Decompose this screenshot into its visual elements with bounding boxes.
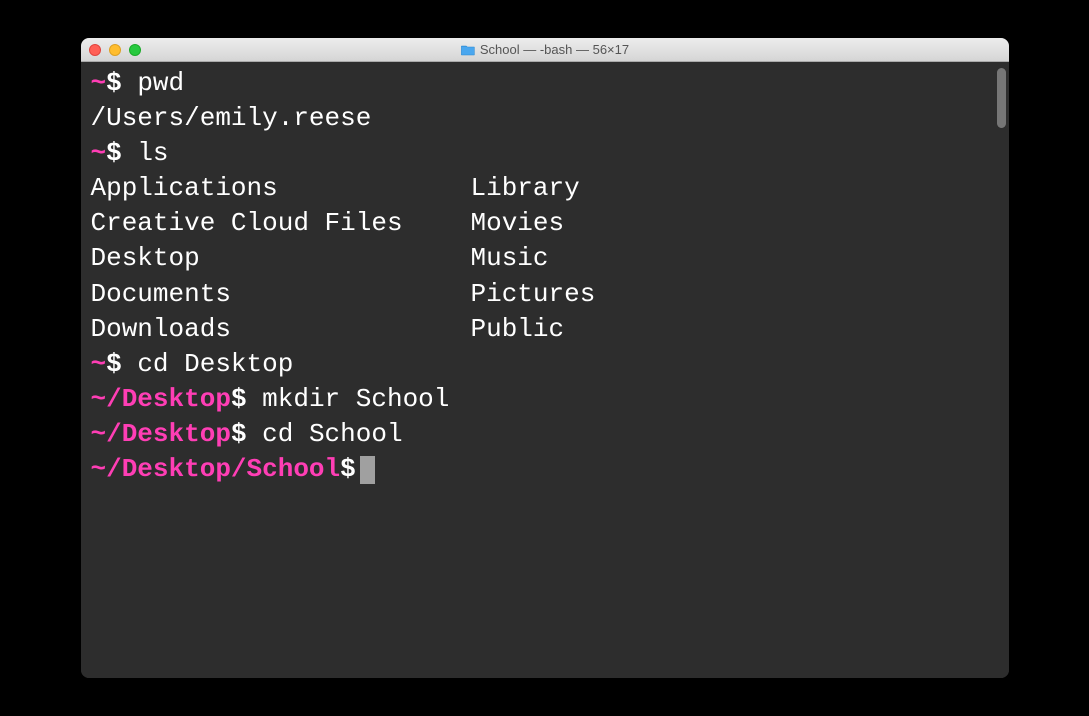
prompt-dollar: $ — [231, 419, 247, 449]
terminal-line: ~$ cd Desktop — [91, 347, 999, 382]
ls-item: Library — [471, 171, 596, 206]
prompt-path: ~/Desktop/School — [91, 454, 341, 484]
command-text: mkdir School — [247, 384, 450, 414]
ls-column: Library Movies Music Pictures Public — [471, 171, 596, 346]
ls-item: Movies — [471, 206, 596, 241]
ls-item: Documents — [91, 277, 471, 312]
ls-item: Creative Cloud Files — [91, 206, 471, 241]
prompt-dollar: $ — [106, 68, 122, 98]
ls-item: Public — [471, 312, 596, 347]
terminal-body[interactable]: ~$ pwd /Users/emily.reese ~$ ls Applicat… — [81, 62, 1009, 678]
title-bar[interactable]: School — -bash — 56×17 — [81, 38, 1009, 62]
ls-item: Downloads — [91, 312, 471, 347]
prompt-path: ~ — [91, 349, 107, 379]
terminal-window: School — -bash — 56×17 ~$ pwd /Users/emi… — [81, 38, 1009, 678]
zoom-button[interactable] — [129, 44, 141, 56]
command-text: cd Desktop — [122, 349, 294, 379]
terminal-line: ~/Desktop$ mkdir School — [91, 382, 999, 417]
prompt-path: ~/Desktop — [91, 384, 231, 414]
ls-item: Music — [471, 241, 596, 276]
ls-item: Pictures — [471, 277, 596, 312]
terminal-line: ~$ pwd — [91, 66, 999, 101]
prompt-dollar: $ — [340, 454, 356, 484]
command-text: cd School — [247, 419, 403, 449]
close-button[interactable] — [89, 44, 101, 56]
window-controls — [89, 44, 141, 56]
terminal-line: ~$ ls — [91, 136, 999, 171]
command-text: pwd — [122, 68, 184, 98]
prompt-dollar: $ — [106, 349, 122, 379]
prompt-dollar: $ — [106, 138, 122, 168]
command-text: ls — [122, 138, 169, 168]
ls-item: Applications — [91, 171, 471, 206]
ls-item: Desktop — [91, 241, 471, 276]
window-title-text: School — -bash — 56×17 — [480, 42, 629, 57]
terminal-line: ~/Desktop/School$ — [91, 452, 999, 487]
cursor — [360, 456, 375, 484]
scrollbar-thumb[interactable] — [997, 68, 1006, 128]
prompt-path: ~/Desktop — [91, 419, 231, 449]
minimize-button[interactable] — [109, 44, 121, 56]
window-title: School — -bash — 56×17 — [460, 42, 629, 57]
prompt-dollar: $ — [231, 384, 247, 414]
prompt-path: ~ — [91, 68, 107, 98]
folder-icon — [460, 44, 475, 56]
ls-output: Applications Creative Cloud Files Deskto… — [91, 171, 999, 346]
terminal-line: ~/Desktop$ cd School — [91, 417, 999, 452]
ls-column: Applications Creative Cloud Files Deskto… — [91, 171, 471, 346]
prompt-path: ~ — [91, 138, 107, 168]
terminal-output: /Users/emily.reese — [91, 101, 999, 136]
